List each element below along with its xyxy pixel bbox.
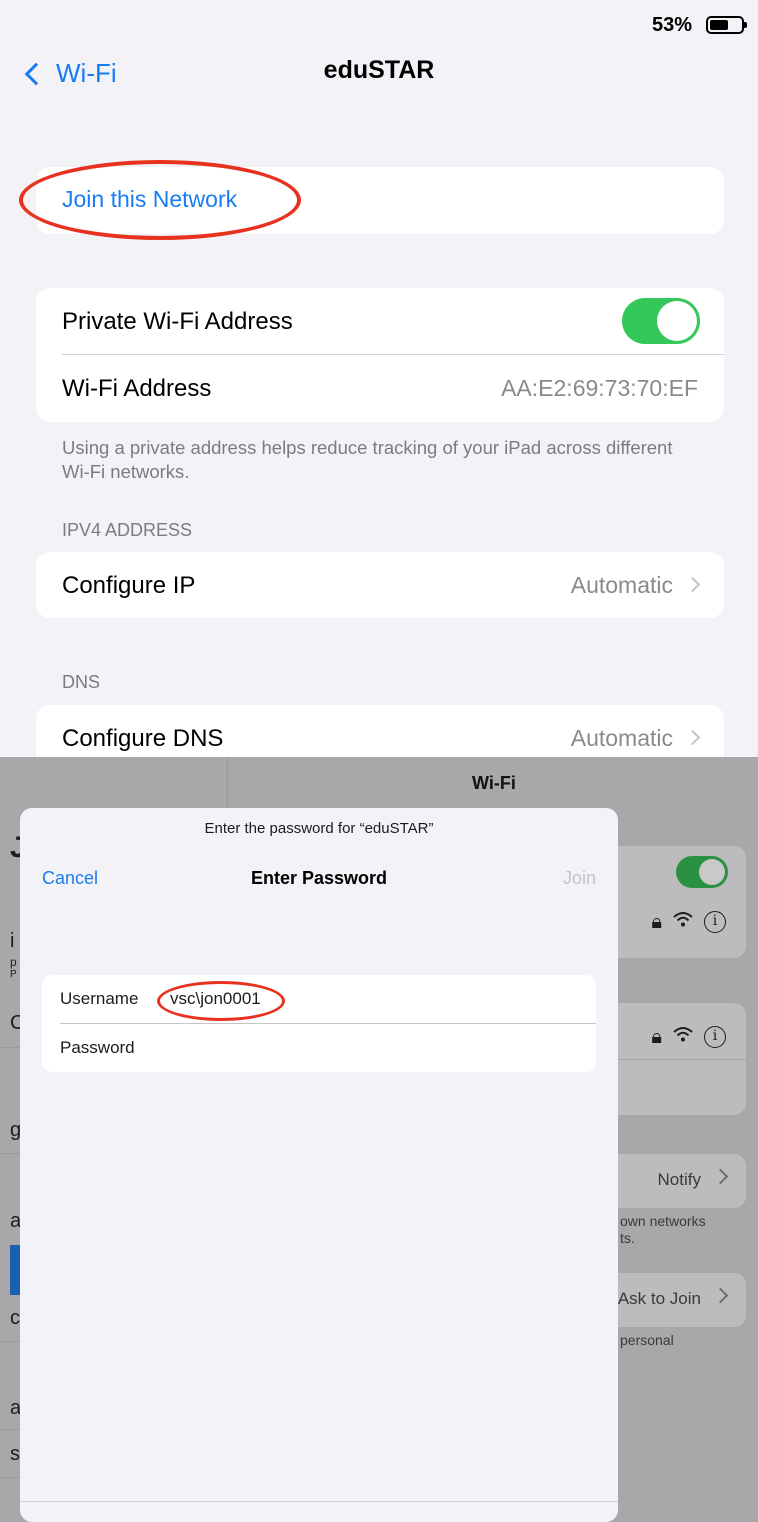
username-row: Username (42, 975, 596, 1023)
notify-label: Notify (657, 1170, 701, 1189)
configure-ip-value: Automatic (570, 572, 673, 598)
toggle-knob (657, 301, 697, 341)
left-fragment: s (10, 1443, 20, 1465)
divider (0, 1341, 20, 1342)
password-field[interactable] (150, 1032, 550, 1064)
background-ask-card: Ask to Join (600, 1273, 746, 1327)
join-button[interactable]: Join (563, 868, 596, 889)
background-title: Wi-Fi (472, 773, 516, 793)
wifi-address-row: Wi-Fi Address AA:E2:69:73:70:EF (36, 355, 724, 421)
configure-ip-value-wrap: Automatic (570, 572, 701, 599)
password-label: Password (60, 1038, 135, 1057)
left-fragment: i (10, 930, 15, 952)
private-address-group: Private Wi-Fi Address Wi-Fi Address AA:E… (36, 288, 724, 422)
sheet-title: Enter Password (250, 868, 388, 888)
known-networks-text: own networks (620, 1213, 706, 1229)
lock-icon: 🔒︎ (651, 910, 662, 933)
page-title: eduSTAR (323, 56, 435, 84)
divider (0, 1153, 20, 1154)
configure-dns-value: Automatic (570, 725, 673, 751)
info-icon: i (704, 911, 726, 933)
ipv4-section-header: IPV4 ADDRESS (62, 520, 193, 540)
lock-icon: 🔒︎ (651, 1025, 662, 1048)
password-sheet: Enter the password for “eduSTAR” Cancel … (20, 808, 618, 1522)
wifi-address-value: AA:E2:69:73:70:EF (501, 375, 698, 401)
wifi-icon (672, 910, 694, 934)
background-notify-card: Notify (600, 1154, 746, 1208)
left-fragment: P (10, 969, 17, 980)
left-fragment: p (10, 955, 17, 969)
divider (20, 1501, 618, 1502)
chevron-right-icon (684, 576, 701, 593)
username-label: Username (60, 989, 139, 1008)
network-icons: 🔒︎ i (651, 910, 726, 934)
wifi-address-label: Wi-Fi Address (62, 375, 212, 402)
chevron-right-icon (684, 729, 701, 746)
password-prompt-text: Enter the password for “eduSTAR” (204, 820, 434, 837)
join-network-button[interactable]: Join this Network (36, 167, 724, 234)
ask-to-join-value: Ask to Join (617, 1287, 729, 1309)
join-network-label: Join this Network (62, 186, 238, 212)
divider (600, 1059, 746, 1060)
selected-sidebar-item (10, 1245, 20, 1295)
password-row: Password (42, 1024, 596, 1072)
personal-text: personal (620, 1332, 674, 1348)
toggle-knob (699, 859, 725, 885)
wifi-toggle (676, 856, 728, 888)
notify-value: Notify (657, 1168, 729, 1190)
private-address-row: Private Wi-Fi Address (36, 288, 724, 354)
divider (0, 1477, 20, 1478)
private-address-toggle[interactable] (622, 298, 700, 344)
info-icon: i (704, 1026, 726, 1048)
username-field[interactable] (170, 983, 570, 1015)
battery-percent: 53% (651, 14, 692, 36)
credentials-form: Username Password (42, 975, 596, 1072)
battery-icon (706, 16, 747, 34)
dns-section-header: DNS (62, 672, 101, 692)
configure-dns-label: Configure DNS (62, 725, 224, 752)
network-icons: 🔒︎ i (651, 1025, 726, 1049)
private-address-label: Private Wi-Fi Address (62, 308, 293, 335)
password-prompt-screen: Wi-Fi 🔒︎ i 🔒︎ i Notify own networks ts. … (0, 757, 758, 1522)
battery-level (710, 20, 729, 30)
network-details-screen: 53% Wi-Fi eduSTAR Join this Network Priv… (0, 0, 758, 776)
chevron-right-icon (712, 1168, 729, 1185)
background-network-card: 🔒︎ i (600, 1003, 746, 1115)
ask-to-join-label: Ask to Join (617, 1289, 701, 1308)
background-wifi-card: 🔒︎ i (600, 846, 746, 958)
wifi-icon (672, 1025, 694, 1049)
configure-ip-label: Configure IP (62, 572, 196, 599)
left-fragment: c (10, 1307, 20, 1329)
configure-ip-row[interactable]: Configure IP Automatic (36, 552, 724, 618)
divider (0, 1429, 20, 1430)
chevron-right-icon (712, 1287, 729, 1304)
known-networks-text-2: ts. (620, 1230, 635, 1246)
configure-dns-value-wrap: Automatic (570, 725, 701, 752)
private-address-footnote: Using a private address helps reduce tra… (62, 437, 673, 482)
divider (0, 1047, 20, 1048)
